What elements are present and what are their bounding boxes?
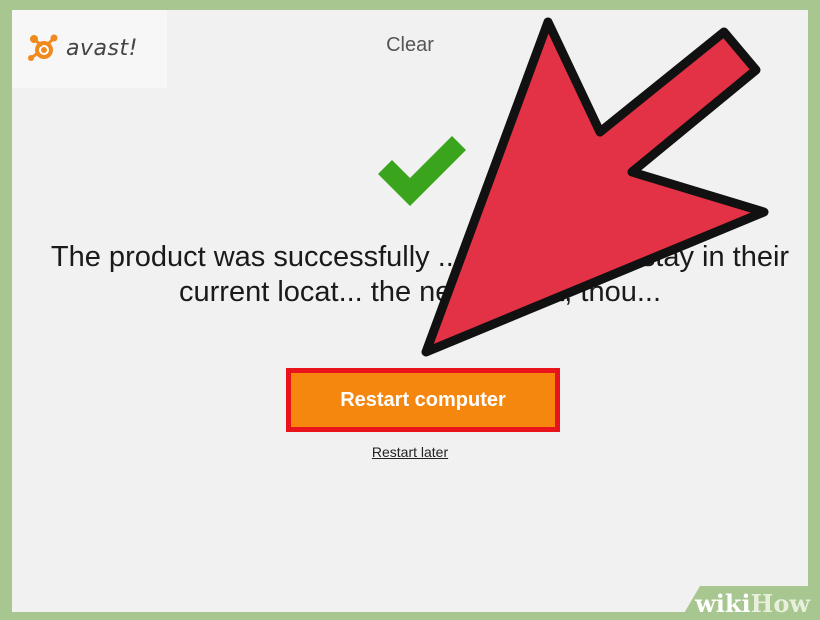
window-title: Clear [386,34,434,56]
restart-later-link[interactable]: Restart later [340,444,480,460]
watermark-how-text: How [750,589,810,618]
status-message: The product was successfully ... the fil… [50,241,790,308]
watermark-wiki-text: wiki [695,589,751,618]
avast-window [12,10,808,612]
restart-computer-button[interactable]: Restart computer [286,368,560,432]
image-frame: avast! Clear The product was successfull… [0,0,820,620]
wikihow-watermark: wikiHow [695,589,810,618]
success-checkmark-icon [378,136,466,206]
